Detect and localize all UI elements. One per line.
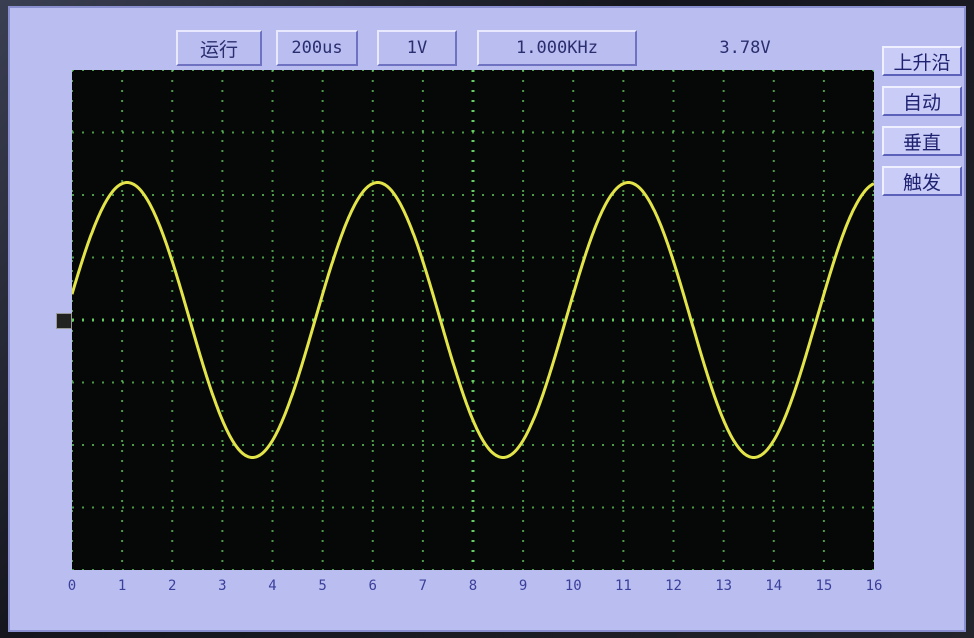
x-tick-label: 15 [815,578,833,594]
x-tick-label: 16 [865,578,883,594]
timebase-box[interactable]: 200us [276,30,358,66]
x-tick-label: 7 [418,578,428,594]
amplitude-readout: 3.78V [690,30,800,66]
x-tick-label: 12 [665,578,682,594]
vertical-label: 垂直 [902,131,941,154]
rising-edge-button[interactable]: 上升沿 [882,46,962,76]
waveform-plot [72,70,874,570]
oscilloscope-screen: 运行 200us 1V 1.000KHz 3.78V 上升沿 自动 垂直 触发 … [8,6,966,632]
frequency-box: 1.000KHz [477,30,637,66]
x-tick-label: 2 [168,578,177,594]
channel-marker-icon[interactable] [56,313,72,329]
x-tick-label: 4 [268,578,277,594]
x-tick-label: 9 [518,578,528,594]
x-tick-label: 6 [368,578,377,594]
auto-button[interactable]: 自动 [882,86,962,116]
trigger-button[interactable]: 触发 [882,166,962,196]
volts-div-box[interactable]: 1V [377,30,457,66]
x-tick-label: 1 [117,578,127,594]
x-tick-label: 14 [765,578,783,594]
frequency-value: 1.000KHz [516,38,598,58]
auto-label: 自动 [902,91,941,114]
x-tick-label: 11 [614,578,632,594]
run-button[interactable]: 运行 [176,30,262,66]
volts-div-value: 1V [406,38,428,58]
amplitude-value: 3.78V [719,38,771,58]
run-label: 运行 [199,38,238,61]
timebase-value: 200us [291,38,343,58]
x-tick-label: 10 [564,578,582,594]
rising-edge-label: 上升沿 [893,51,951,74]
x-tick-label: 13 [715,578,733,594]
trigger-label: 触发 [902,171,941,194]
x-tick-label: 0 [67,578,77,594]
vertical-button[interactable]: 垂直 [882,126,962,156]
x-tick-label: 8 [468,578,478,594]
x-tick-label: 5 [318,578,327,594]
x-tick-label: 3 [218,578,227,594]
